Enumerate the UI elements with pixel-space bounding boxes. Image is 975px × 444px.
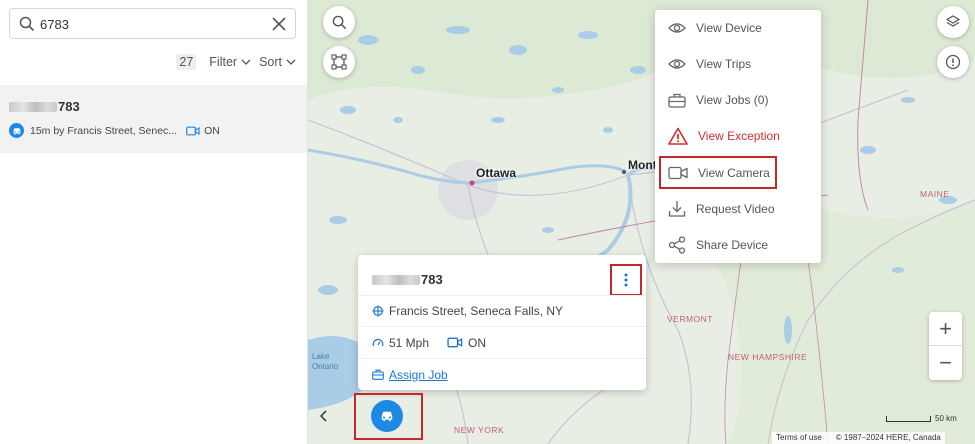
terms-of-use-link[interactable]: Terms of use [776, 433, 822, 442]
zoom-control: + − [929, 312, 962, 380]
popup-location: Francis Street, Seneca Falls, NY [389, 304, 564, 318]
menu-item-request-video[interactable]: Request Video [655, 191, 821, 227]
popup-speed: 51 Mph [389, 335, 430, 350]
menu-item-label: View Trips [696, 57, 752, 71]
collapse-panel-button[interactable] [318, 409, 330, 423]
list-toolbar: 27 Filter Sort [176, 54, 296, 70]
popup-location-row: Francis Street, Seneca Falls, NY [358, 295, 646, 326]
share-icon [668, 236, 686, 254]
redacted-name [372, 274, 420, 285]
result-count: 27 [176, 54, 197, 70]
search-box [9, 8, 296, 39]
filter-label: Filter [209, 55, 238, 69]
menu-item-label: View Jobs (0) [696, 93, 769, 107]
device-actions-menu: View Device View Trips View Jobs (0) Vie… [655, 10, 821, 263]
speedometer-icon [372, 338, 384, 346]
menu-item-label: Request Video [696, 202, 775, 216]
more-vertical-icon [624, 273, 628, 287]
layers-icon [945, 15, 961, 27]
device-name: 783 [9, 99, 80, 114]
popup-name-suffix: 783 [421, 272, 443, 287]
car-icon [381, 411, 393, 422]
zoom-out-button[interactable]: − [929, 346, 962, 380]
search-icon [19, 16, 35, 32]
assign-job-link[interactable]: Assign Job [389, 368, 448, 382]
download-icon [668, 201, 686, 217]
water-label-line1: Lake [312, 352, 330, 361]
zoom-in-button[interactable]: + [929, 312, 962, 346]
state-label-maine: MAINE [920, 189, 950, 199]
video-camera-icon [447, 337, 463, 348]
state-label-vermont: VERMONT [667, 314, 713, 324]
app: 27 Filter Sort 783 15m by Francis Street… [0, 0, 975, 444]
list-item[interactable]: 783 15m by Francis Street, Senec... ON [0, 85, 307, 153]
menu-item-label: View Device [696, 21, 762, 35]
layers-button[interactable] [937, 6, 969, 38]
car-icon [9, 123, 24, 138]
city-label-ottawa: Ottawa [476, 166, 517, 180]
video-camera-icon [186, 126, 200, 135]
device-location-summary: 15m by Francis Street, Senec... [30, 124, 178, 137]
water-label-lake-ontario: Lake Ontario [312, 352, 338, 372]
sort-button[interactable]: Sort [259, 55, 296, 69]
device-list-panel: 27 Filter Sort 783 15m by Francis Street… [0, 0, 308, 444]
vehicle-marker-highlight [354, 393, 423, 440]
water-label-line2: Ontario [312, 362, 339, 371]
search-icon [332, 15, 346, 29]
state-label-new-york: NEW YORK [454, 425, 505, 435]
alert-circle-icon [945, 54, 961, 70]
menu-item-label: Share Device [696, 238, 769, 252]
copyright-text: © 1987–2024 HERE, Canada [835, 433, 941, 442]
scale-bar [886, 415, 931, 422]
device-name-suffix: 783 [58, 99, 80, 114]
city-label-montreal: Mont [628, 158, 657, 172]
popup-camera-status: ON [468, 335, 487, 350]
camera-status: ON [204, 124, 220, 137]
briefcase-icon [372, 369, 384, 380]
more-options-button[interactable] [610, 264, 642, 296]
info-button[interactable] [937, 46, 969, 78]
state-label-new-hampshire: NEW HAMPSHIRE [728, 352, 808, 362]
area-select-button[interactable] [323, 46, 355, 78]
eye-icon [668, 23, 686, 33]
close-icon[interactable] [272, 17, 286, 31]
filter-button[interactable]: Filter [209, 55, 251, 69]
menu-item-share-device[interactable]: Share Device [655, 227, 821, 263]
menu-item-view-device[interactable]: View Device [655, 10, 821, 46]
popup-device-name: 783 [372, 272, 443, 287]
sort-label: Sort [259, 55, 282, 69]
device-meta: 15m by Francis Street, Senec... ON [9, 123, 220, 138]
view-camera-highlight [659, 156, 777, 189]
popup-status-row: 51 Mph ON [358, 326, 646, 358]
map-scale: 50 km [886, 414, 957, 423]
vehicle-marker[interactable] [371, 400, 403, 432]
location-target-icon [372, 305, 384, 317]
select-area-icon [331, 54, 347, 70]
search-input[interactable] [40, 13, 260, 35]
menu-item-label: View Exception [698, 129, 780, 143]
eye-icon [668, 59, 686, 69]
menu-item-view-exception[interactable]: View Exception [655, 118, 821, 154]
chevron-down-icon [241, 59, 251, 65]
popup-actions-row: Assign Job [358, 358, 646, 390]
warning-icon [668, 127, 688, 145]
chevron-down-icon [286, 59, 296, 65]
menu-item-view-trips[interactable]: View Trips [655, 46, 821, 82]
device-popup-card: 783 Francis Street, Seneca Falls, NY 51 … [358, 255, 646, 390]
map-attribution: Terms of use © 1987–2024 HERE, Canada [772, 432, 945, 444]
map-search-button[interactable] [323, 6, 355, 38]
menu-item-view-jobs[interactable]: View Jobs (0) [655, 82, 821, 118]
redacted-name [9, 101, 57, 112]
scale-label: 50 km [935, 414, 957, 423]
briefcase-icon [668, 93, 686, 108]
